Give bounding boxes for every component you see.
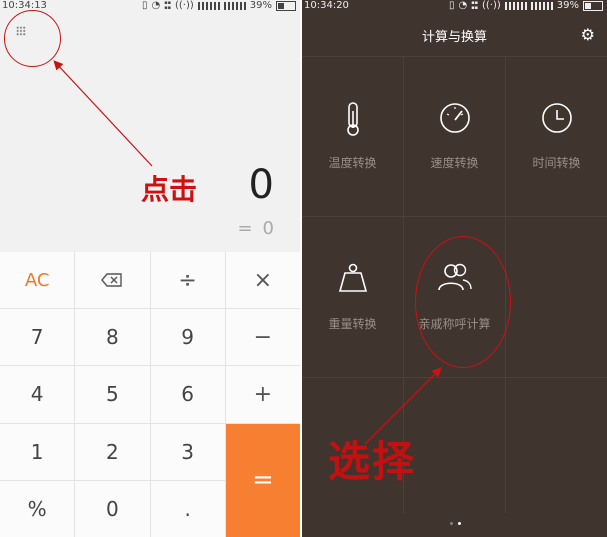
wifi-icon-right: ((·)) [481,0,501,11]
wifi-icon: ((·)) [174,0,194,11]
annotation-select: 选择 [328,437,417,486]
highlight-circle-right [415,236,511,368]
annotation-tap: 点击 [141,173,198,206]
display-value: 0 [248,162,274,208]
result-value: 0 [262,218,274,239]
key-backspace[interactable] [75,252,150,309]
key-2[interactable]: 2 [75,423,150,480]
keypad: AC ÷ × 7 8 9 − 4 5 6 + 1 2 3 = % 0 . [0,252,300,537]
network-speed-icon-right: ▪▪ ▪▪ [471,0,478,11]
gear-icon: ⚙ [580,25,595,44]
tile-label: 速度转换 [430,156,479,170]
page-dot [450,522,453,525]
key-minus[interactable]: − [225,309,300,366]
key-decimal[interactable]: . [150,480,225,537]
key-equals[interactable]: = [225,423,300,537]
battery-icon-right [583,0,603,11]
key-7[interactable]: 7 [0,309,75,366]
signal-icon-2 [223,1,246,10]
tile-label: 重量转换 [328,317,377,331]
network-speed-icon: ▪▪ ▪▪ [164,0,171,11]
vibrate-icon-right: ▯ [448,0,455,11]
signal-icon-right [504,1,527,10]
clock-icon [541,103,572,133]
speedometer-icon [439,103,470,133]
status-time-right: 10:34:20 [304,0,349,11]
key-4[interactable]: 4 [0,366,75,423]
status-time: 10:34:13 [2,0,47,11]
key-multiply[interactable]: × [225,252,300,309]
key-8[interactable]: 8 [75,309,150,366]
calculator-screen: 10:34:13 ▯ ◔ ▪▪ ▪▪ ((·)) 39% 点击 0 =0 AC ÷… [0,0,300,537]
battery-level: 39% [249,0,272,11]
tile-label: 温度转换 [328,156,377,170]
key-plus[interactable]: + [225,366,300,423]
signal-icon-right-2 [530,1,553,10]
backspace-icon [101,273,123,287]
key-0[interactable]: 0 [75,480,150,537]
key-9[interactable]: 9 [150,309,225,366]
conversion-screen: 10:34:20 ▯ ◔ ▪▪ ▪▪ ((·)) 39% 计算与换算 ⚙ 温度转换 [302,0,607,537]
key-1[interactable]: 1 [0,423,75,480]
highlight-circle [4,10,61,67]
status-bar: 10:34:13 ▯ ◔ ▪▪ ▪▪ ((·)) 39% [0,0,300,12]
signal-icon [197,1,220,10]
settings-button[interactable]: ⚙ [581,25,595,44]
page-indicator [450,522,461,525]
key-divide[interactable]: ÷ [150,252,225,309]
key-3[interactable]: 3 [150,423,225,480]
grid-line [302,377,607,378]
key-clear[interactable]: AC [0,252,75,309]
equals-sign: = [237,218,263,239]
battery-level-right: 39% [556,0,579,11]
key-6[interactable]: 6 [150,366,225,423]
weight-icon [338,263,367,292]
alarm-icon-right: ◔ [458,0,468,11]
key-5[interactable]: 5 [75,366,150,423]
tile-speed[interactable]: 速度转换 [404,56,505,216]
page-dot-active [458,522,461,525]
vibrate-icon: ▯ [141,0,148,11]
thermometer-icon [346,102,359,136]
page-title: 计算与换算 [421,30,487,45]
battery-icon [276,0,296,11]
status-bar-right: 10:34:20 ▯ ◔ ▪▪ ▪▪ ((·)) 39% [302,0,607,12]
tile-temperature[interactable]: 温度转换 [302,56,403,216]
alarm-icon: ◔ [151,0,161,11]
tile-weight[interactable]: 重量转换 [302,217,403,377]
tile-label: 时间转换 [532,156,581,170]
display-result: =0 [237,218,274,239]
key-percent[interactable]: % [0,480,75,537]
tile-time[interactable]: 时间转换 [506,56,607,216]
